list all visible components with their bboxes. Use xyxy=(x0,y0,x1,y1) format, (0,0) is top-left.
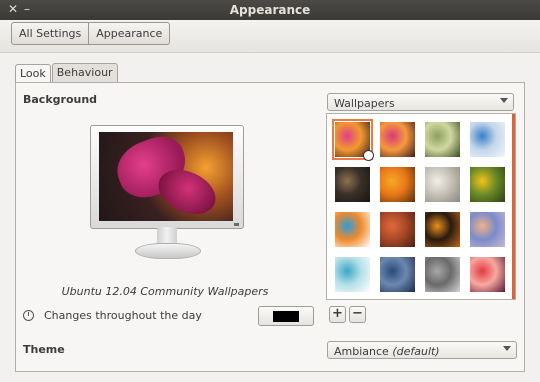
wallpaper-preview xyxy=(99,132,233,221)
chevron-down-icon xyxy=(500,98,508,103)
wallpaper-thumb-white-flower[interactable] xyxy=(425,167,460,202)
wallpaper-caption: Ubuntu 12.04 Community Wallpapers xyxy=(61,285,269,298)
title-bar: ✕ – Appearance xyxy=(0,0,540,20)
wallpaper-thumb-flower-pink-dark[interactable] xyxy=(380,122,415,157)
monitor-preview xyxy=(90,125,244,229)
clock-icon xyxy=(363,150,374,161)
wallpaper-thumb-blue-sky-flowers[interactable] xyxy=(470,122,505,157)
wallpaper-thumb-orange-flower[interactable] xyxy=(380,167,415,202)
wallpaper-thumb-blue-texture[interactable] xyxy=(380,257,415,292)
window-title: Appearance xyxy=(229,3,311,17)
appearance-button[interactable]: Appearance xyxy=(88,23,169,44)
wallpaper-thumb-red-origami[interactable] xyxy=(380,212,415,247)
changes-label: Changes throughout the day xyxy=(44,309,202,322)
tab-bar: Look Behaviour xyxy=(15,63,119,83)
wallpaper-grid xyxy=(326,113,516,300)
wallpaper-thumb-red-bokeh[interactable] xyxy=(470,257,505,292)
monitor-stand xyxy=(157,227,177,244)
background-color-button[interactable] xyxy=(258,306,314,326)
add-wallpaper-button[interactable]: + xyxy=(329,306,346,323)
theme-select[interactable]: Ambiance (default) xyxy=(327,341,517,359)
wallpaper-thumb-sunset-clouds[interactable] xyxy=(470,212,505,247)
theme-default-tag: (default) xyxy=(392,345,440,358)
breadcrumb: All Settings Appearance xyxy=(11,22,171,45)
all-settings-button[interactable]: All Settings xyxy=(12,23,88,44)
wallpaper-source-select[interactable]: Wallpapers xyxy=(327,93,514,111)
grid-scrollbar[interactable] xyxy=(512,114,515,299)
wallpaper-thumb-blue-orange-cartoon[interactable] xyxy=(335,212,370,247)
toolbar: All Settings Appearance xyxy=(0,20,540,53)
remove-wallpaper-button[interactable]: − xyxy=(349,306,366,323)
chevron-down-icon xyxy=(503,346,511,351)
background-heading: Background xyxy=(23,93,98,106)
color-swatch xyxy=(273,311,299,322)
wallpaper-thumb-orange-ring[interactable] xyxy=(425,212,460,247)
wallpaper-thumb-teal-paper[interactable] xyxy=(335,257,370,292)
wallpaper-thumb-grey-stone[interactable] xyxy=(425,257,460,292)
power-led xyxy=(234,223,239,226)
tab-look[interactable]: Look xyxy=(15,64,51,83)
wallpaper-thumb-flower-pink-orange[interactable] xyxy=(332,119,374,161)
clock-icon xyxy=(23,310,34,321)
wallpaper-thumb-green-leaves[interactable] xyxy=(425,122,460,157)
wallpaper-source-value: Wallpapers xyxy=(334,97,395,110)
monitor-base xyxy=(135,243,201,259)
wallpaper-thumb-yellow-flowers-green[interactable] xyxy=(470,167,505,202)
theme-heading: Theme xyxy=(23,343,65,356)
theme-value: Ambiance xyxy=(334,345,389,358)
tab-behaviour[interactable]: Behaviour xyxy=(51,63,118,82)
wallpaper-thumb-dark-bokeh[interactable] xyxy=(335,167,370,202)
